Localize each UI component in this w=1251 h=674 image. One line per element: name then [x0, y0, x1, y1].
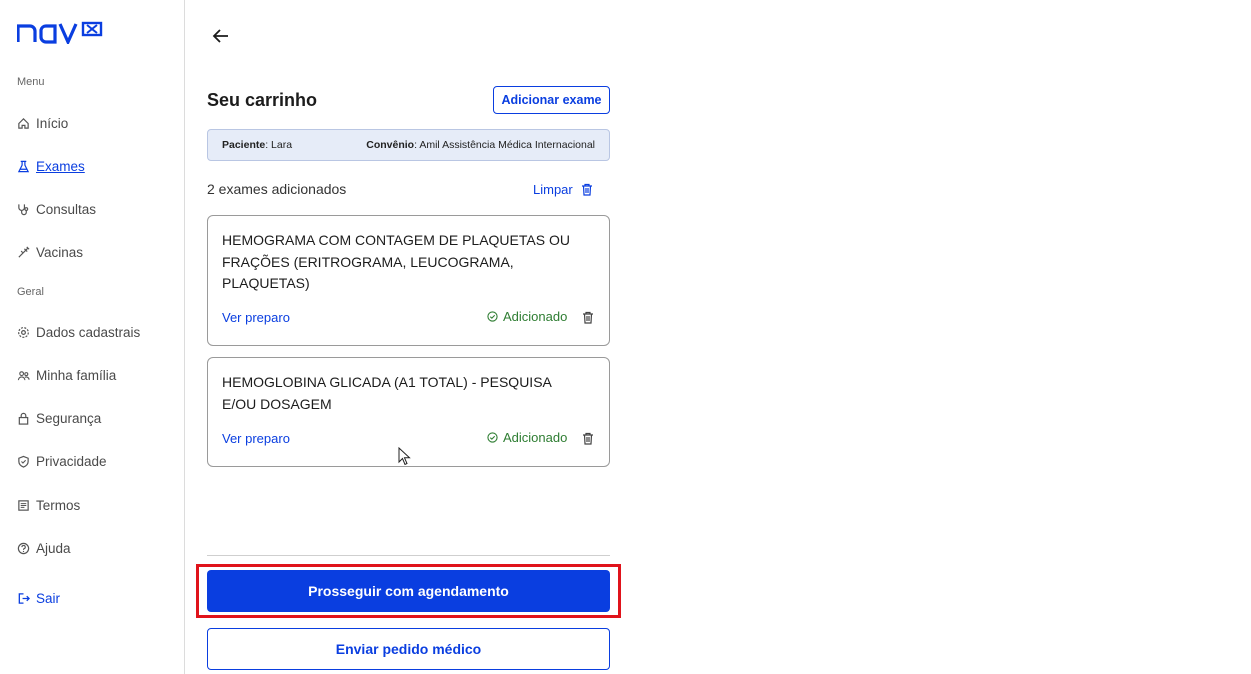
- exam-name: HEMOGLOBINA GLICADA (A1 TOTAL) - PESQUIS…: [222, 374, 552, 412]
- home-icon: [18, 118, 29, 129]
- plan-info: Convênio: Amil Assistência Médica Intern…: [366, 139, 595, 151]
- remove-exam-trash-icon[interactable]: [582, 432, 594, 445]
- send-medical-request-button[interactable]: Enviar pedido médico: [207, 628, 610, 670]
- logout-icon: [18, 593, 30, 604]
- clear-cart-button[interactable]: Limpar: [533, 182, 593, 197]
- arrow-left-icon: [212, 29, 228, 43]
- clear-label: Limpar: [533, 182, 573, 197]
- sidebar-item-sair[interactable]: Sair: [17, 591, 60, 606]
- sidebar-item-vacinas[interactable]: Vacinas: [17, 245, 83, 260]
- sidebar-item-label: Ajuda: [36, 541, 71, 556]
- stethoscope-icon: [18, 204, 29, 216]
- shield-icon: [18, 455, 29, 468]
- trash-icon: [581, 183, 592, 196]
- view-prep-link[interactable]: Ver preparo: [222, 310, 290, 325]
- sidebar-item-consultas[interactable]: Consultas: [17, 202, 96, 217]
- added-status: Adicionado: [487, 309, 567, 324]
- sidebar-item-inicio[interactable]: Início: [17, 116, 68, 131]
- nav-logo[interactable]: [16, 20, 103, 49]
- syringe-icon: [18, 246, 30, 258]
- menu-section-label: Menu: [17, 76, 45, 88]
- page-title: Seu carrinho: [207, 90, 318, 110]
- sidebar-item-label: Minha família: [36, 368, 117, 383]
- document-icon: [18, 500, 29, 511]
- sidebar-item-label: Dados cadastrais: [36, 325, 141, 340]
- back-button[interactable]: [210, 25, 232, 47]
- sidebar-item-privacidade[interactable]: Privacidade: [17, 454, 107, 469]
- added-status: Adicionado: [487, 430, 567, 445]
- general-section-label: Geral: [17, 286, 44, 298]
- add-exam-button[interactable]: Adicionar exame: [493, 86, 610, 114]
- view-prep-link[interactable]: Ver preparo: [222, 431, 290, 446]
- sidebar-item-label: Privacidade: [36, 454, 107, 469]
- sidebar-item-minha-familia[interactable]: Minha família: [17, 368, 116, 383]
- flask-icon: [17, 160, 30, 173]
- proceed-scheduling-button[interactable]: Prosseguir com agendamento: [207, 570, 610, 612]
- sidebar-item-ajuda[interactable]: Ajuda: [17, 541, 71, 556]
- check-circle-icon: [487, 311, 498, 322]
- lock-icon: [18, 412, 29, 425]
- sidebar-item-label: Sair: [36, 591, 61, 606]
- divider: [207, 555, 610, 556]
- sidebar-item-label: Exames: [36, 159, 85, 174]
- sidebar: Menu Início Exames Consultas Vacinas Ger…: [0, 0, 185, 674]
- help-icon: [17, 542, 30, 555]
- sidebar-item-label: Vacinas: [36, 245, 84, 260]
- sidebar-item-exames[interactable]: Exames: [17, 159, 85, 174]
- family-icon: [17, 371, 30, 381]
- check-circle-icon: [487, 432, 498, 443]
- exam-count: 2 exames adicionados: [207, 181, 347, 197]
- sidebar-item-termos[interactable]: Termos: [17, 498, 80, 513]
- mouse-cursor-icon: [398, 447, 411, 466]
- patient-info: Paciente: Lara: [222, 139, 293, 151]
- sidebar-item-label: Consultas: [36, 202, 97, 217]
- exam-card: HEMOGRAMA COM CONTAGEM DE PLAQUETAS OU F…: [207, 215, 610, 346]
- exam-name: HEMOGRAMA COM CONTAGEM DE PLAQUETAS OU F…: [222, 232, 570, 291]
- gear-icon: [18, 327, 29, 338]
- sidebar-item-dados-cadastrais[interactable]: Dados cadastrais: [17, 325, 140, 340]
- sidebar-item-label: Segurança: [36, 411, 102, 426]
- nav-logo-icon: [16, 21, 103, 46]
- remove-exam-trash-icon[interactable]: [582, 311, 594, 324]
- sidebar-item-seguranca[interactable]: Segurança: [17, 411, 101, 426]
- sidebar-item-label: Início: [36, 116, 69, 131]
- sidebar-item-label: Termos: [36, 498, 81, 513]
- patient-info-bar: Paciente: Lara Convênio: Amil Assistênci…: [207, 129, 610, 161]
